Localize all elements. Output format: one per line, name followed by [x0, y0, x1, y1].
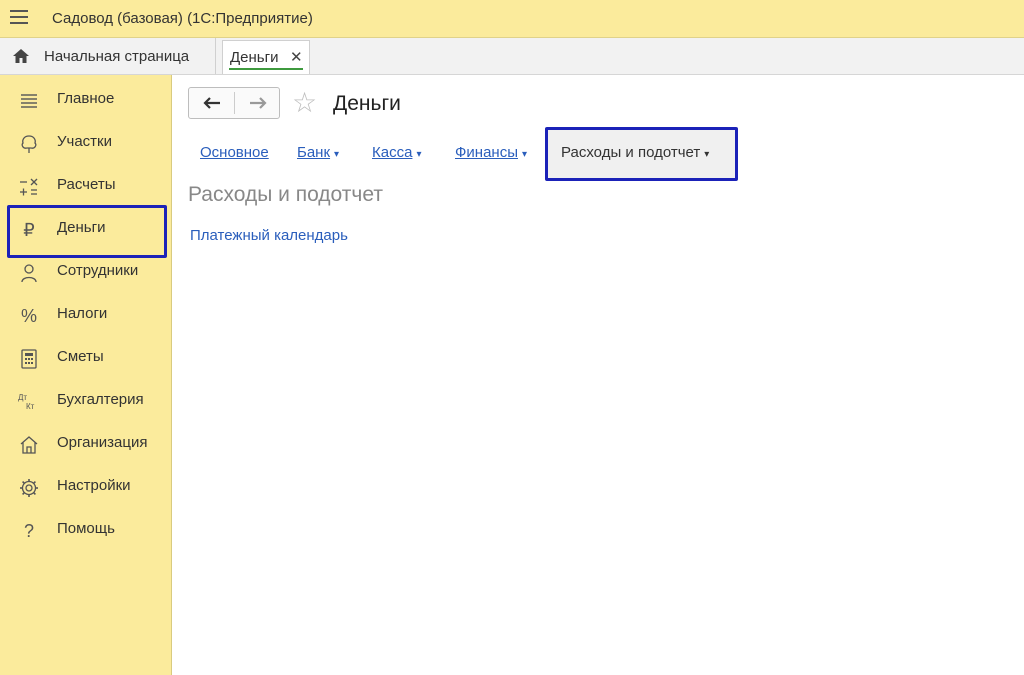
payment-calendar-link[interactable]: Платежный календарь: [190, 227, 348, 244]
gear-icon: [20, 479, 38, 497]
close-icon[interactable]: ✕: [290, 48, 303, 66]
arrow-left-icon: [202, 97, 220, 109]
sidebar-selection-highlight: [7, 205, 167, 258]
sidebar-item-label: Бухгалтерия: [57, 391, 144, 408]
history-navigation: [188, 87, 280, 119]
question-icon: ?: [23, 521, 34, 541]
sidebar-item-label: Расчеты: [57, 176, 116, 193]
back-button[interactable]: [189, 88, 234, 118]
kt-glyph: Кт: [26, 402, 35, 411]
sidebar-item-label: Настройки: [57, 477, 131, 494]
tree-icon: [21, 135, 37, 153]
sidebar-item-help[interactable]: ? Помощь: [0, 510, 172, 550]
dropdown-arrow-icon: ▾: [334, 149, 340, 160]
active-section-text: Расходы и подотчет: [561, 144, 701, 161]
sidebar-item-estimates[interactable]: Сметы: [0, 338, 172, 378]
sidebar-item-accounting[interactable]: Дт Кт Бухгалтерия: [0, 381, 172, 421]
sidebar-item-label: Главное: [57, 90, 115, 107]
tab-money[interactable]: Деньги ✕: [222, 40, 310, 74]
tab-home[interactable]: Начальная страница: [0, 38, 216, 74]
active-tab-indicator: [229, 68, 303, 70]
dt-kt-icon: Дт Кт: [18, 391, 40, 415]
dt-glyph: Дт: [18, 393, 28, 402]
dropdown-arrow-icon: ▾: [704, 149, 710, 160]
sidebar-item-label: Помощь: [57, 520, 115, 537]
section-link-label: Касса: [372, 144, 413, 161]
tab-money-label: Деньги: [230, 49, 279, 66]
section-link-expenses-active[interactable]: Расходы и подотчет ▾: [545, 127, 738, 181]
page-title: Деньги: [333, 92, 401, 115]
active-section-label: Расходы и подотчет ▾: [561, 144, 709, 161]
list-icon: [21, 94, 37, 108]
forward-button[interactable]: [235, 88, 280, 118]
house-icon: [20, 436, 38, 454]
sidebar-item-settlements[interactable]: Расчеты: [0, 166, 172, 206]
sidebar-item-label: Сметы: [57, 348, 104, 365]
hamburger-menu-icon[interactable]: [10, 10, 28, 26]
section-link-bank[interactable]: Банк ▾: [297, 144, 339, 161]
section-link-cash[interactable]: Касса ▾: [372, 144, 421, 161]
section-link-label: Основное: [200, 144, 269, 161]
section-heading: Расходы и подотчет: [188, 183, 383, 206]
section-link-main[interactable]: Основное: [200, 144, 269, 161]
favorite-star-icon[interactable]: ☆: [292, 89, 317, 117]
calc-operations-icon: [20, 178, 38, 196]
sidebar-item-taxes[interactable]: % Налоги: [0, 295, 172, 335]
person-icon: [21, 264, 37, 283]
dropdown-arrow-icon: ▾: [416, 149, 422, 160]
title-bar: Садовод (базовая) (1С:Предприятие): [0, 0, 1024, 38]
section-link-label: Финансы: [455, 144, 518, 161]
sidebar-item-label: Налоги: [57, 305, 108, 322]
sidebar-item-employees[interactable]: Сотрудники: [0, 252, 172, 292]
calculator-icon: [21, 349, 37, 369]
percent-icon: %: [20, 306, 37, 326]
home-icon: [13, 49, 29, 63]
tabs-bar: Начальная страница Деньги ✕: [0, 38, 1024, 75]
section-link-finance[interactable]: Финансы ▾: [455, 144, 527, 161]
app-title: Садовод (базовая) (1С:Предприятие): [52, 10, 313, 27]
tab-home-label: Начальная страница: [44, 48, 190, 65]
section-link-label: Банк: [297, 144, 331, 161]
sidebar-item-plots[interactable]: Участки: [0, 123, 172, 163]
sidebar-item-settings[interactable]: Настройки: [0, 467, 172, 507]
sidebar-item-label: Сотрудники: [57, 262, 139, 279]
sidebar-item-main[interactable]: Главное: [0, 80, 172, 120]
sidebar-item-organization[interactable]: Организация: [0, 424, 172, 464]
sidebar-item-label: Участки: [57, 133, 112, 150]
sidebar: Главное Участки Расчеты ₽ Деньги Сотрудн…: [0, 75, 172, 675]
arrow-right-icon: [249, 97, 267, 109]
sidebar-item-label: Организация: [57, 434, 148, 451]
dropdown-arrow-icon: ▾: [521, 149, 528, 160]
